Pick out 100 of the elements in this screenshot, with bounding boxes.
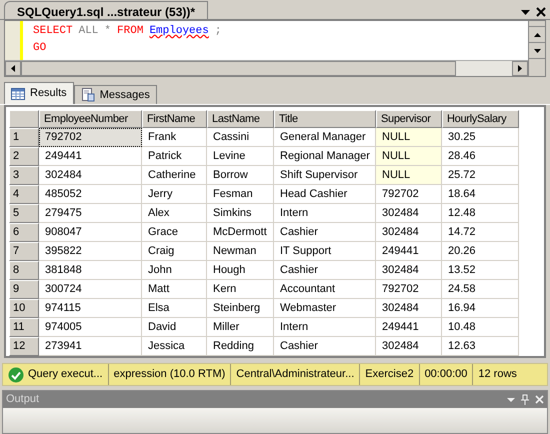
table-cell: Fesman — [207, 185, 274, 204]
table-cell: 28.46 — [442, 147, 519, 166]
row-header[interactable]: 12 — [9, 337, 39, 356]
table-cell: 792702 — [376, 185, 442, 204]
editor-margin — [5, 21, 23, 60]
table-cell: 20.26 — [442, 242, 519, 261]
table-cell: David — [142, 318, 207, 337]
dropdown-icon[interactable] — [521, 10, 530, 14]
column-header[interactable]: Supervisor — [376, 110, 442, 128]
table-cell: 16.94 — [442, 299, 519, 318]
result-tab[interactable]: Messages — [74, 85, 157, 104]
table-cell: 302484 — [376, 337, 442, 356]
table-cell: 302484 — [376, 204, 442, 223]
table-cell: Steinberg — [207, 299, 274, 318]
row-header[interactable]: 6 — [9, 223, 39, 242]
table-cell: 25.72 — [442, 166, 519, 185]
result-tab[interactable]: Results — [4, 82, 74, 104]
column-header[interactable]: EmployeeNumber — [39, 110, 142, 128]
row-header[interactable]: 3 — [9, 166, 39, 185]
table-cell: 24.58 — [442, 280, 519, 299]
table-cell: 302484 — [376, 261, 442, 280]
right-arrow-icon[interactable] — [518, 65, 522, 72]
horizontal-scrollbar[interactable] — [5, 60, 528, 76]
column-header[interactable]: LastName — [207, 110, 274, 128]
table-cell: Cashier — [274, 337, 376, 356]
table-cell: 249441 — [376, 242, 442, 261]
table-cell: 302484 — [376, 299, 442, 318]
table-cell: Hough — [207, 261, 274, 280]
down-arrow-icon[interactable] — [534, 48, 540, 52]
code-token: Employees — [149, 24, 209, 39]
row-header[interactable]: 1 — [9, 128, 39, 147]
table-cell: Intern — [274, 318, 376, 337]
table-cell: 792702 — [376, 280, 442, 299]
corner-header — [9, 110, 39, 128]
table-cell: 485052 — [39, 185, 142, 204]
table-cell: Craig — [142, 242, 207, 261]
column-header[interactable]: FirstName — [142, 110, 207, 128]
table-cell: 18.64 — [442, 185, 519, 204]
table-cell: Catherine — [142, 166, 207, 185]
column-header[interactable]: Title — [274, 110, 376, 128]
table-cell: Cashier — [274, 261, 376, 280]
table-cell: Kern — [207, 280, 274, 299]
table-cell: 395822 — [39, 242, 142, 261]
table-cell: 249441 — [39, 147, 142, 166]
code-token: GO — [33, 41, 46, 56]
table-cell: 12.48 — [442, 204, 519, 223]
code-token: * — [104, 24, 112, 39]
table-cell: IT Support — [274, 242, 376, 261]
pin-icon[interactable] — [521, 394, 529, 405]
table-cell: NULL — [376, 166, 442, 185]
row-header[interactable]: 2 — [9, 147, 39, 166]
table-cell: 12.63 — [442, 337, 519, 356]
table-cell: Newman — [207, 242, 274, 261]
row-header[interactable]: 10 — [9, 299, 39, 318]
table-cell: Jessica — [142, 337, 207, 356]
table-cell: 908047 — [39, 223, 142, 242]
status-text: Exercise2 — [365, 367, 414, 382]
status-text: expression (10.0 RTM) — [114, 367, 226, 382]
table-cell: Jerry — [142, 185, 207, 204]
up-arrow-icon[interactable] — [534, 32, 540, 36]
row-header[interactable]: 4 — [9, 185, 39, 204]
table-cell: 302484 — [39, 166, 142, 185]
table-cell: 30.25 — [442, 128, 519, 147]
row-header[interactable]: 7 — [9, 242, 39, 261]
table-cell: 13.52 — [442, 261, 519, 280]
table-cell: Webmaster — [274, 299, 376, 318]
document-icon — [80, 88, 95, 102]
table-cell: Frank — [142, 128, 207, 147]
table-cell: 273941 — [39, 337, 142, 356]
table-cell: McDermott — [207, 223, 274, 242]
scroll-thumb[interactable] — [21, 61, 456, 76]
document-tab[interactable]: SQLQuery1.sql ...strateur (53))* — [4, 1, 208, 19]
table-cell: Grace — [142, 223, 207, 242]
table-cell: Redding — [207, 337, 274, 356]
table-cell: John — [142, 261, 207, 280]
column-header[interactable]: HourlySalary — [442, 110, 519, 128]
code-token: ALL — [78, 24, 98, 39]
check-icon — [8, 366, 24, 382]
table-cell: Accountant — [274, 280, 376, 299]
table-cell: Patrick — [142, 147, 207, 166]
row-header[interactable]: 5 — [9, 204, 39, 223]
table-cell: 14.72 — [442, 223, 519, 242]
row-header[interactable]: 8 — [9, 261, 39, 280]
table-cell: 792702 — [39, 128, 142, 147]
table-cell: Matt — [142, 280, 207, 299]
panel-title: Output — [6, 392, 40, 408]
table-cell: 974115 — [39, 299, 142, 318]
vertical-scrollbar[interactable] — [528, 21, 545, 76]
table-cell: 279475 — [39, 204, 142, 223]
status-text: Query execut... — [28, 367, 103, 382]
table-cell: Cassini — [207, 128, 274, 147]
table-cell: 381848 — [39, 261, 142, 280]
table-cell: 302484 — [376, 223, 442, 242]
row-header[interactable]: 11 — [9, 318, 39, 337]
close-icon[interactable] — [536, 7, 546, 17]
table-cell: NULL — [376, 128, 442, 147]
status-text: Central\Administrateur... — [236, 367, 354, 382]
row-header[interactable]: 9 — [9, 280, 39, 299]
left-arrow-icon[interactable] — [11, 65, 15, 72]
table-cell: Borrow — [207, 166, 274, 185]
